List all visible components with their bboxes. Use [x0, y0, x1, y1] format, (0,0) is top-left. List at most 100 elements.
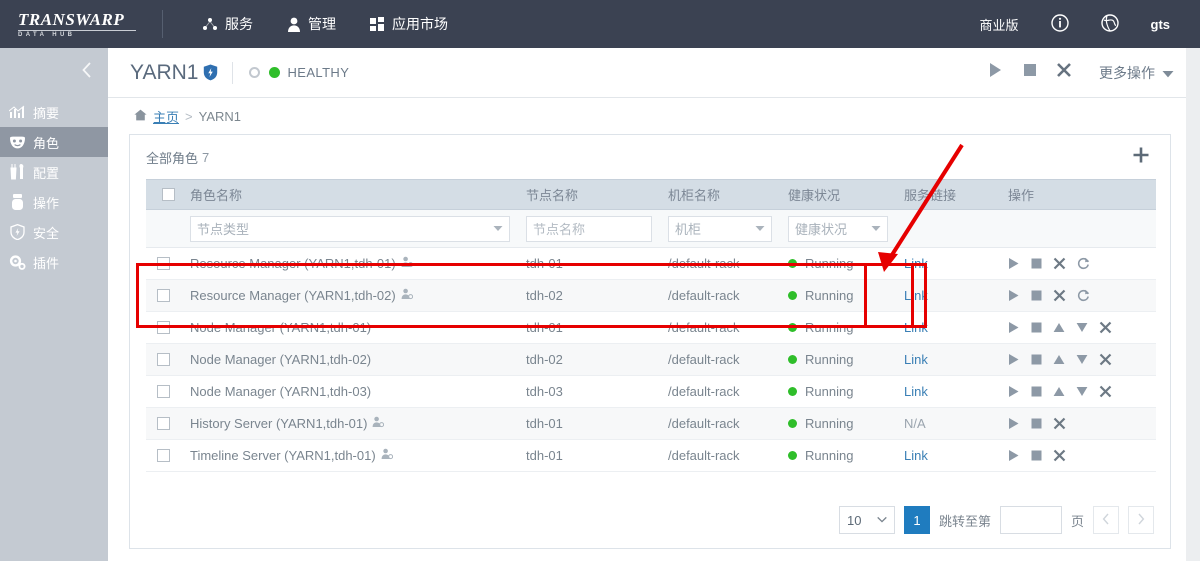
refresh-icon[interactable]: [1077, 289, 1090, 302]
service-stop-button[interactable]: [1013, 56, 1047, 90]
table-row[interactable]: History Server (YARN1,tdh-01)tdh-01/defa…: [146, 408, 1156, 440]
nav-item-management[interactable]: 管理: [270, 0, 353, 48]
table-row[interactable]: Timeline Server (YARN1,tdh-01)tdh-01/def…: [146, 440, 1156, 472]
row-checkbox[interactable]: [157, 257, 170, 270]
node-name-cell: tdh-01: [516, 440, 658, 472]
prev-page-button[interactable]: [1093, 506, 1119, 534]
sidebar-label-operations: 操作: [33, 193, 59, 212]
play-icon[interactable]: [1008, 417, 1020, 430]
table-row[interactable]: Resource Manager (YARN1,tdh-02)tdh-02/de…: [146, 280, 1156, 312]
stop-icon[interactable]: [1031, 258, 1042, 269]
sidebar-item-roles[interactable]: 角色: [0, 127, 108, 157]
node-name-input[interactable]: 节点名称: [526, 216, 652, 242]
close-x-icon[interactable]: [1053, 289, 1066, 302]
row-checkbox[interactable]: [157, 353, 170, 366]
row-checkbox[interactable]: [157, 321, 170, 334]
sidebar-item-operations[interactable]: 操作: [0, 187, 108, 217]
role-user-icon: [372, 416, 384, 431]
info-button[interactable]: [1035, 0, 1085, 48]
down-triangle-icon[interactable]: [1076, 354, 1088, 365]
column-node-name[interactable]: 节点名称: [516, 180, 658, 210]
column-service-link[interactable]: 服务链接: [894, 180, 998, 210]
mask-icon: [8, 136, 26, 149]
stop-icon[interactable]: [1031, 418, 1042, 429]
rack-select-value: 机柜: [675, 219, 701, 238]
close-x-icon[interactable]: [1053, 449, 1066, 462]
close-x-icon[interactable]: [1053, 257, 1066, 270]
stop-icon[interactable]: [1031, 290, 1042, 301]
table-row[interactable]: Node Manager (YARN1,tdh-02)tdh-02/defaul…: [146, 344, 1156, 376]
service-link[interactable]: Link: [904, 256, 928, 271]
close-x-icon[interactable]: [1099, 353, 1112, 366]
sidebar-item-security[interactable]: 安全: [0, 217, 108, 247]
nodes-icon: [202, 17, 218, 31]
service-delete-button[interactable]: [1047, 56, 1081, 90]
breadcrumb-home-link[interactable]: 主页: [153, 107, 179, 126]
service-link[interactable]: Link: [904, 384, 928, 399]
column-health[interactable]: 健康状况: [778, 180, 894, 210]
vertical-scrollbar[interactable]: [1186, 48, 1200, 561]
up-triangle-icon[interactable]: [1053, 322, 1065, 333]
plus-icon: [1132, 146, 1150, 169]
sidebar-collapse-button[interactable]: [0, 48, 108, 97]
more-operations-button[interactable]: 更多操作: [1099, 63, 1174, 83]
sidebar-item-summary[interactable]: 摘要: [0, 97, 108, 127]
up-triangle-icon[interactable]: [1053, 386, 1065, 397]
stop-icon[interactable]: [1031, 322, 1042, 333]
sidebar: 摘要 角色 配置: [0, 48, 108, 561]
chevron-left-icon: [1102, 513, 1110, 528]
home-icon[interactable]: [134, 109, 147, 124]
role-type-select[interactable]: 节点类型: [190, 216, 510, 242]
sidebar-item-config[interactable]: 配置: [0, 157, 108, 187]
jump-page-input[interactable]: [1000, 506, 1062, 534]
up-triangle-icon[interactable]: [1053, 354, 1065, 365]
stop-icon[interactable]: [1031, 354, 1042, 365]
close-x-icon[interactable]: [1053, 417, 1066, 430]
service-link[interactable]: Link: [904, 320, 928, 335]
down-triangle-icon[interactable]: [1076, 386, 1088, 397]
select-all-checkbox[interactable]: [162, 188, 175, 201]
next-page-button[interactable]: [1128, 506, 1154, 534]
column-role-name[interactable]: 角色名称: [180, 180, 516, 210]
column-rack-name[interactable]: 机柜名称: [658, 180, 778, 210]
stop-icon[interactable]: [1031, 386, 1042, 397]
shield-check-icon: [203, 64, 218, 81]
row-checkbox[interactable]: [157, 417, 170, 430]
health-select[interactable]: 健康状况: [788, 216, 888, 242]
row-checkbox[interactable]: [157, 289, 170, 302]
service-link[interactable]: Link: [904, 352, 928, 367]
refresh-icon[interactable]: [1077, 257, 1090, 270]
service-start-button[interactable]: [979, 56, 1013, 90]
play-icon[interactable]: [1008, 289, 1020, 302]
table-row[interactable]: Resource Manager (YARN1,tdh-01)tdh-01/de…: [146, 248, 1156, 280]
rack-select[interactable]: 机柜: [668, 216, 772, 242]
row-checkbox[interactable]: [157, 385, 170, 398]
language-button[interactable]: [1085, 0, 1135, 48]
play-icon[interactable]: [1008, 385, 1020, 398]
play-icon[interactable]: [1008, 257, 1020, 270]
play-icon[interactable]: [1008, 449, 1020, 462]
table-row[interactable]: Node Manager (YARN1,tdh-03)tdh-03/defaul…: [146, 376, 1156, 408]
stop-icon[interactable]: [1031, 450, 1042, 461]
page-number-1[interactable]: 1: [904, 506, 930, 534]
play-icon[interactable]: [1008, 353, 1020, 366]
play-icon[interactable]: [1008, 321, 1020, 334]
close-x-icon[interactable]: [1099, 385, 1112, 398]
down-triangle-icon[interactable]: [1076, 322, 1088, 333]
table-row[interactable]: Node Manager (YARN1,tdh-01)tdh-01/defaul…: [146, 312, 1156, 344]
add-role-button[interactable]: [1128, 144, 1154, 170]
row-checkbox[interactable]: [157, 449, 170, 462]
brand-logo[interactable]: TRANSWARP DATA HUB: [0, 11, 160, 38]
nav-item-services[interactable]: 服务: [185, 0, 270, 48]
nav-item-app-market[interactable]: 应用市场: [353, 0, 465, 48]
node-name-cell: tdh-02: [516, 344, 658, 376]
sidebar-item-plugins[interactable]: 插件: [0, 247, 108, 277]
service-link[interactable]: Link: [904, 448, 928, 463]
page-size-select[interactable]: 10: [839, 506, 895, 534]
info-circle-icon: [1051, 14, 1069, 35]
user-menu[interactable]: gts: [1135, 0, 1187, 48]
service-link[interactable]: Link: [904, 288, 928, 303]
filter-rack-cell: 机柜: [658, 210, 778, 248]
role-name-label: Node Manager (YARN1,tdh-03): [190, 384, 371, 399]
close-x-icon[interactable]: [1099, 321, 1112, 334]
